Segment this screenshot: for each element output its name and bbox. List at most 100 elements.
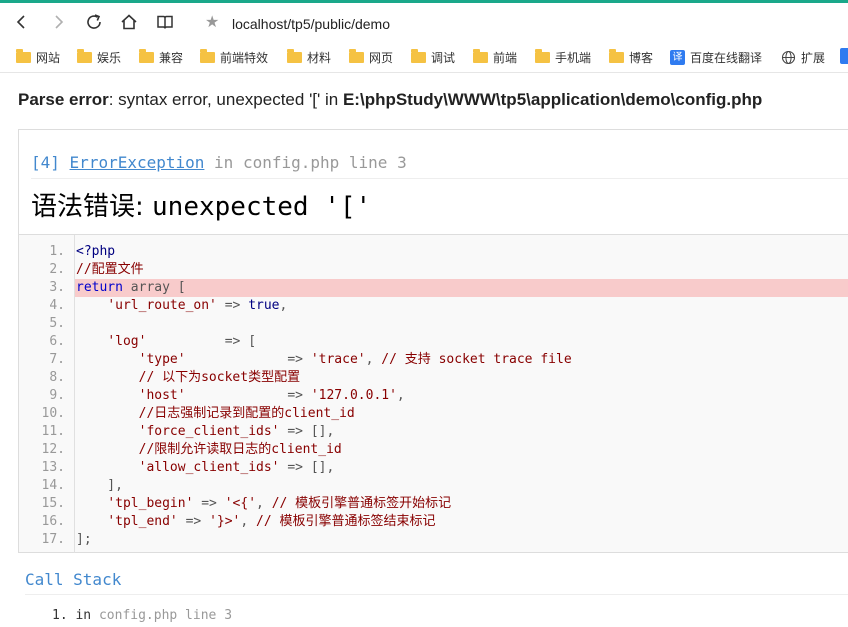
- code-line-highlighted: 3. return array [: [19, 279, 848, 297]
- call-stack-item-file: config.php line 3: [98, 608, 233, 623]
- code-token: '}>': [209, 514, 241, 529]
- bookmark-item[interactable]: 前端特效: [200, 48, 268, 66]
- exception-number: [4]: [31, 153, 60, 172]
- code-token: //限制允许读取日志的client_id: [138, 442, 342, 457]
- bookmark-item[interactable]: 网站: [16, 48, 60, 66]
- address-bar[interactable]: localhost/tp5/public/demo: [232, 16, 390, 32]
- bookmark-item-translate[interactable]: 译百度在线翻译: [670, 48, 762, 66]
- code-token: 'allow_client_ids': [138, 460, 280, 475]
- bookmark-item[interactable]: 调试: [411, 48, 455, 66]
- code-text: 'log' => [: [75, 333, 848, 351]
- exception-class-link[interactable]: ErrorException: [70, 153, 205, 172]
- line-number: 17.: [41, 532, 65, 547]
- code-text: //配置文件: [75, 261, 848, 279]
- bookmark-item-extensions[interactable]: 扩展: [781, 48, 825, 66]
- code-token: =>: [185, 388, 311, 403]
- code-token: // 模板引擎普通标签开始标记: [271, 496, 452, 511]
- line-number: 9.: [49, 388, 65, 403]
- folder-icon: [349, 48, 364, 63]
- code-line: 1. <?php: [19, 243, 848, 261]
- code-text: ],: [75, 477, 848, 495]
- line-number: 16.: [41, 514, 65, 529]
- code-token: 'log': [107, 334, 147, 349]
- code-token: // 支持 socket trace file: [381, 352, 572, 367]
- call-stack-item-number: 1.: [52, 608, 68, 623]
- folder-icon: [411, 48, 426, 63]
- code-line: 15. 'tpl_begin' => '<{', // 模板引擎普通标签开始标记: [19, 495, 848, 513]
- bookmark-item[interactable]: 前端: [473, 48, 517, 66]
- code-line: 16. 'tpl_end' => '}>', // 模板引擎普通标签结束标记: [19, 513, 848, 531]
- parse-error-label: Parse error: [18, 90, 109, 109]
- code-line: 4. 'url_route_on' => true,: [19, 297, 848, 315]
- line-number: 5.: [49, 316, 65, 331]
- code-text: return array [: [75, 279, 848, 297]
- code-text: 'allow_client_ids' => [],: [75, 459, 848, 477]
- code-token: ];: [76, 532, 92, 547]
- folder-icon: [287, 48, 302, 63]
- code-token: => [],: [279, 424, 335, 439]
- line-number: 12.: [41, 442, 65, 457]
- folder-icon: [609, 48, 624, 63]
- folder-icon: [535, 48, 550, 63]
- code-text: 'host' => '127.0.0.1',: [75, 387, 848, 405]
- source-code-block: 1. <?php 2. //配置文件 3. return array [4. 'url_r…: [19, 234, 848, 553]
- code-token: ,: [396, 388, 405, 403]
- parse-error-text: : syntax error, unexpected '[' in: [108, 90, 343, 109]
- code-token: =>: [185, 352, 311, 367]
- code-token: ,: [240, 514, 257, 529]
- line-number: 10.: [41, 406, 65, 421]
- code-token: ],: [76, 478, 123, 493]
- code-token: <?php: [76, 244, 116, 259]
- exception-message: 语法错误: unexpected '[': [31, 192, 371, 222]
- bookmark-item[interactable]: 手机端: [535, 48, 591, 66]
- bookmark-item[interactable]: 材料: [287, 48, 331, 66]
- folder-icon: [473, 48, 488, 63]
- exception-file: config.php: [242, 153, 340, 172]
- bookmark-item[interactable]: 兼容: [139, 48, 183, 66]
- code-text: 'tpl_end' => '}>', // 模板引擎普通标签结束标记: [75, 513, 848, 531]
- code-token: '<{': [224, 496, 257, 511]
- code-text: ];: [75, 531, 848, 549]
- code-token: 'force_client_ids': [138, 424, 280, 439]
- extension-icon[interactable]: [840, 48, 848, 64]
- reload-button[interactable]: [82, 10, 106, 34]
- forward-button[interactable]: [46, 10, 70, 34]
- code-token: 'tpl_begin': [107, 496, 194, 511]
- reload-icon: [87, 14, 101, 29]
- call-stack-item: 1. in config.php line 3: [52, 607, 232, 625]
- bookmark-item[interactable]: 博客: [609, 48, 653, 66]
- home-button[interactable]: [117, 10, 141, 34]
- code-line: 17.];: [19, 531, 848, 549]
- line-number: 1.: [49, 244, 65, 259]
- home-icon: [121, 14, 137, 30]
- back-button[interactable]: [10, 10, 34, 34]
- line-number: 2.: [49, 262, 65, 277]
- reading-mode-button[interactable]: [153, 10, 177, 34]
- parse-error-path: E:\phpStudy\WWW\tp5\application\demo\con…: [342, 90, 763, 109]
- reading-mode-icon: [157, 15, 173, 29]
- code-line: 13. 'allow_client_ids' => [],: [19, 459, 848, 477]
- code-text: <?php: [75, 243, 848, 261]
- code-token: 'host': [138, 388, 186, 403]
- code-text: // 以下为socket类型配置: [75, 369, 848, 387]
- translate-icon: 译: [670, 49, 685, 65]
- code-token: array [: [122, 280, 186, 295]
- bookmark-item[interactable]: 娱乐: [77, 48, 121, 66]
- code-token: ,: [365, 352, 382, 367]
- star-icon[interactable]: ★: [205, 14, 219, 30]
- code-token: '127.0.0.1': [310, 388, 397, 403]
- code-text: 'force_client_ids' => [],: [75, 423, 848, 441]
- code-token: =>: [177, 514, 210, 529]
- divider: [31, 178, 848, 179]
- code-line: 14. ],: [19, 477, 848, 495]
- bookmark-item[interactable]: 网页: [349, 48, 393, 66]
- code-token: =>: [216, 298, 249, 313]
- line-number: 11.: [41, 424, 65, 439]
